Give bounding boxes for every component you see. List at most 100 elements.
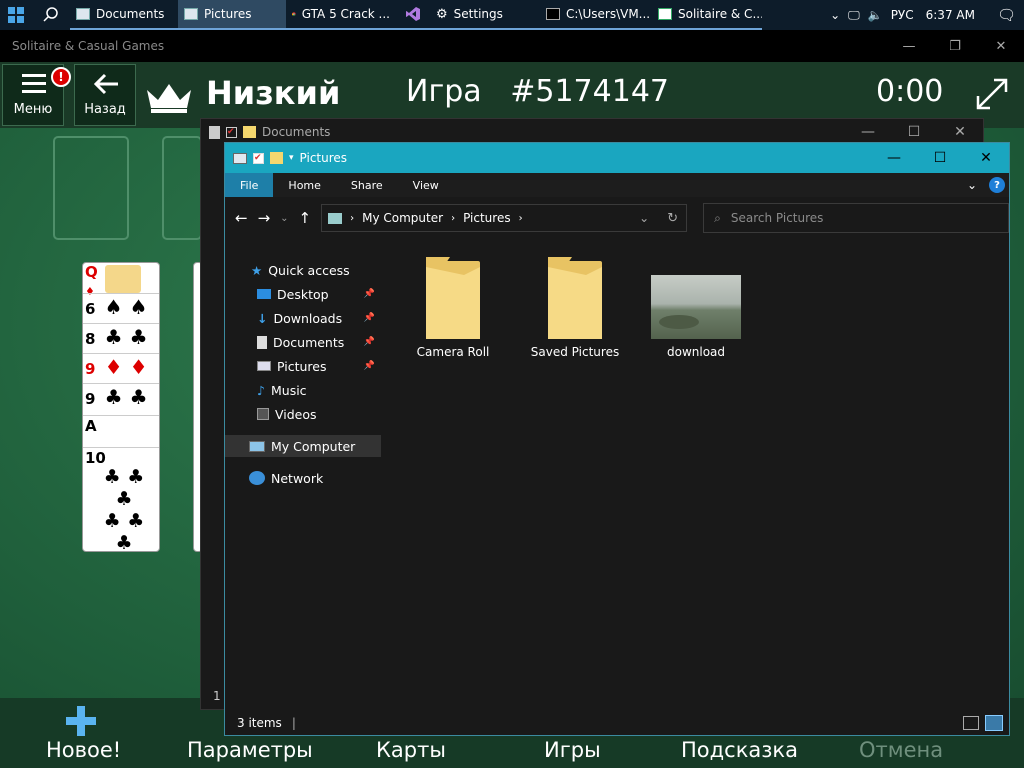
refresh-icon[interactable]: ↻ bbox=[667, 211, 678, 226]
fullscreen-icon[interactable] bbox=[974, 76, 1010, 112]
taskbar-item-solitaire[interactable]: Solitaire & C... bbox=[652, 0, 762, 30]
hint-button[interactable]: Подсказка bbox=[681, 738, 798, 762]
arrow-right-icon[interactable]: → bbox=[258, 209, 271, 227]
nav-downloads[interactable]: ↓ Downloads 📌 bbox=[225, 307, 383, 329]
documents-title: Documents bbox=[262, 125, 331, 139]
chevron-up-icon[interactable]: ⌄ bbox=[830, 8, 840, 22]
close-button[interactable]: ✕ bbox=[978, 30, 1024, 62]
taskbar-item-settings[interactable]: ⚙ Settings bbox=[430, 0, 540, 30]
taskbar-item-cmd[interactable]: C:\Users\VM... bbox=[540, 0, 652, 30]
nav-quick-access[interactable]: ★ Quick access bbox=[225, 259, 383, 281]
card[interactable]: 8 ♣ ♣ bbox=[83, 323, 159, 350]
close-button[interactable]: ✕ bbox=[963, 143, 1009, 173]
new-game-button[interactable]: Новое! bbox=[46, 738, 121, 762]
nav-desktop[interactable]: Desktop 📌 bbox=[225, 283, 383, 305]
nav-my-computer[interactable]: My Computer bbox=[225, 435, 381, 457]
terminal-icon bbox=[546, 8, 560, 20]
folder-icon bbox=[243, 126, 256, 138]
address-bar[interactable]: › My Computer › Pictures › ⌄ ↻ bbox=[321, 204, 688, 232]
card-ten-clubs[interactable]: 10 ♣ ♣ ♣ ♣ ♣ ♣ bbox=[83, 447, 159, 554]
crown-icon bbox=[147, 84, 191, 113]
file-item[interactable]: Camera Roll bbox=[403, 257, 503, 359]
taskbar-item-label: Documents bbox=[96, 7, 165, 21]
pictures-icon bbox=[257, 361, 271, 371]
dropdown-icon[interactable]: ▾ bbox=[289, 153, 294, 163]
item-count: 3 items bbox=[237, 716, 282, 730]
breadcrumb-pictures[interactable]: Pictures bbox=[463, 211, 511, 225]
clock[interactable]: 6:37 AM bbox=[926, 8, 975, 22]
chevron-down-icon[interactable]: ⌄ bbox=[639, 211, 649, 225]
pin-icon[interactable]: 📌 bbox=[364, 361, 375, 371]
notifications-icon[interactable]: 🗨 bbox=[997, 6, 1016, 24]
help-icon[interactable]: ? bbox=[989, 177, 1005, 193]
search-input[interactable]: ⌕ Search Pictures bbox=[703, 203, 1009, 233]
pin-icon[interactable]: 📌 bbox=[364, 313, 375, 323]
taskbar-item-visual-studio[interactable] bbox=[396, 0, 430, 30]
navigation-pane: ★ Quick access Desktop 📌 ↓ Downloads 📌 D… bbox=[225, 251, 383, 731]
nav-videos[interactable]: Videos bbox=[225, 403, 383, 425]
tableau-column[interactable]: Q ♦ 6 ♠ ♠ 8 ♣ ♣ 9 ♦ ♦ 9 ♣ ♣ A 10 ♣ ♣ ♣ ♣ ♣ ♣ bbox=[82, 262, 160, 554]
minimize-button[interactable]: — bbox=[886, 30, 932, 62]
chevron-down-icon[interactable]: ⌄ bbox=[280, 213, 288, 224]
file-name: Camera Roll bbox=[416, 345, 490, 359]
tab-share[interactable]: Share bbox=[336, 173, 398, 197]
menu-button[interactable]: ! Меню bbox=[2, 64, 71, 126]
cards-button[interactable]: Карты bbox=[376, 738, 446, 762]
back-button[interactable]: Назад bbox=[74, 64, 136, 126]
plus-icon[interactable] bbox=[66, 706, 96, 736]
nav-music[interactable]: ♪ Music bbox=[225, 379, 383, 401]
nav-pictures[interactable]: Pictures 📌 bbox=[225, 355, 383, 377]
undo-button[interactable]: Отмена bbox=[859, 738, 943, 762]
taskbar-item-pictures[interactable]: Pictures bbox=[178, 0, 286, 30]
start-button[interactable] bbox=[0, 0, 32, 30]
search-icon bbox=[43, 7, 58, 22]
maximize-button[interactable]: ❐ bbox=[932, 30, 978, 62]
card[interactable]: 6 ♠ ♠ bbox=[83, 293, 159, 320]
tab-view[interactable]: View bbox=[398, 173, 454, 197]
taskbar-search-button[interactable] bbox=[32, 0, 70, 30]
tab-file[interactable]: File bbox=[225, 173, 274, 197]
network-icon[interactable]: 🖵 bbox=[848, 8, 860, 23]
large-icons-view-icon[interactable] bbox=[985, 715, 1003, 731]
arrow-up-icon[interactable]: ↑ bbox=[299, 209, 312, 227]
volume-icon[interactable]: 🔈 bbox=[868, 8, 883, 22]
card[interactable]: 9 ♣ ♣ bbox=[83, 383, 159, 410]
pin-icon[interactable]: 📌 bbox=[364, 289, 375, 299]
document-icon bbox=[209, 125, 220, 139]
download-icon: ↓ bbox=[257, 310, 268, 326]
difficulty-label: Низкий bbox=[206, 74, 341, 112]
status-bar: 3 items | bbox=[225, 711, 1009, 735]
file-name: download bbox=[666, 345, 726, 359]
nav-network[interactable]: Network bbox=[225, 467, 383, 489]
settings-button[interactable]: Параметры bbox=[187, 738, 313, 762]
taskbar-item-label: Settings bbox=[453, 7, 503, 21]
details-view-icon[interactable] bbox=[963, 716, 979, 730]
address-row: ← → ⌄ ↑ › My Computer › Pictures › ⌄ ↻ ⌕… bbox=[225, 197, 1009, 239]
pin-icon[interactable]: 📌 bbox=[364, 337, 375, 347]
file-item[interactable]: Saved Pictures bbox=[525, 257, 625, 359]
card-slot[interactable] bbox=[53, 136, 129, 240]
minimize-button[interactable]: — bbox=[871, 143, 917, 173]
ribbon-expand-icon[interactable]: ⌄ bbox=[967, 178, 977, 192]
nav-label: Downloads bbox=[273, 310, 343, 326]
games-button[interactable]: Игры bbox=[544, 738, 601, 762]
search-icon: ⌕ bbox=[714, 210, 721, 225]
taskbar-item-chrome[interactable]: GTA 5 Crack ... bbox=[286, 0, 396, 30]
taskbar-item-documents[interactable]: Documents bbox=[70, 0, 178, 30]
file-item[interactable]: download bbox=[646, 257, 746, 359]
arrow-left-icon[interactable]: ← bbox=[235, 209, 248, 227]
breadcrumb-my-computer[interactable]: My Computer bbox=[362, 211, 443, 225]
taskbar-item-label: Solitaire & C... bbox=[678, 7, 762, 21]
file-name: Saved Pictures bbox=[530, 345, 620, 359]
chevron-right-icon: › bbox=[518, 212, 523, 224]
hamburger-icon bbox=[22, 74, 46, 93]
tab-home[interactable]: Home bbox=[273, 173, 335, 197]
explorer-icon bbox=[184, 8, 198, 20]
language-indicator[interactable]: РУС bbox=[891, 8, 914, 22]
nav-documents[interactable]: Documents 📌 bbox=[225, 331, 383, 353]
checkmark-icon: ✔ bbox=[226, 126, 237, 138]
maximize-button[interactable]: ☐ bbox=[917, 143, 963, 173]
card[interactable]: A bbox=[83, 415, 159, 436]
card[interactable]: 9 ♦ ♦ bbox=[83, 353, 159, 380]
card-slot[interactable] bbox=[162, 136, 202, 240]
